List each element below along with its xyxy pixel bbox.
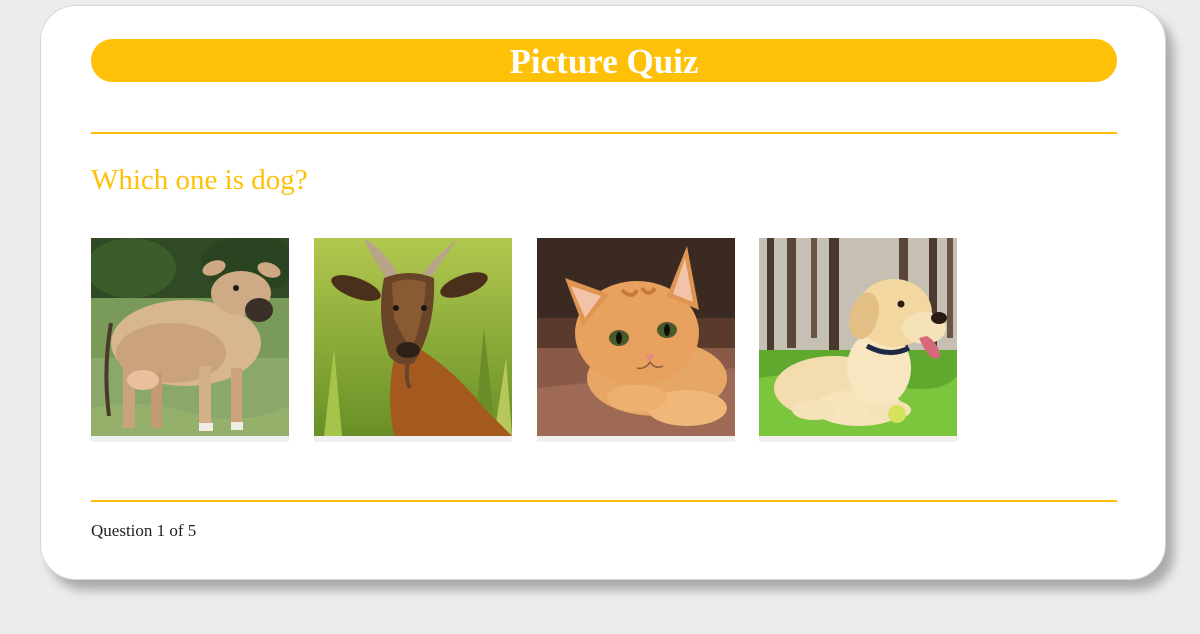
top-divider — [91, 132, 1117, 134]
kitten-image — [537, 238, 735, 436]
goat-image — [314, 238, 512, 436]
quiz-card: Picture Quiz Which one is dog? Question … — [40, 5, 1166, 580]
question-progress: Question 1 of 5 — [91, 521, 197, 540]
answer-option-dog[interactable] — [759, 238, 957, 442]
answer-option-cow[interactable] — [91, 238, 289, 442]
cow-image — [91, 238, 289, 436]
answer-option-goat[interactable] — [314, 238, 512, 442]
bottom-divider — [91, 500, 1117, 502]
question-text: Which one is dog? — [91, 164, 308, 196]
dog-image — [759, 238, 957, 436]
quiz-title: Picture Quiz — [91, 39, 1117, 82]
answer-option-cat[interactable] — [537, 238, 735, 442]
